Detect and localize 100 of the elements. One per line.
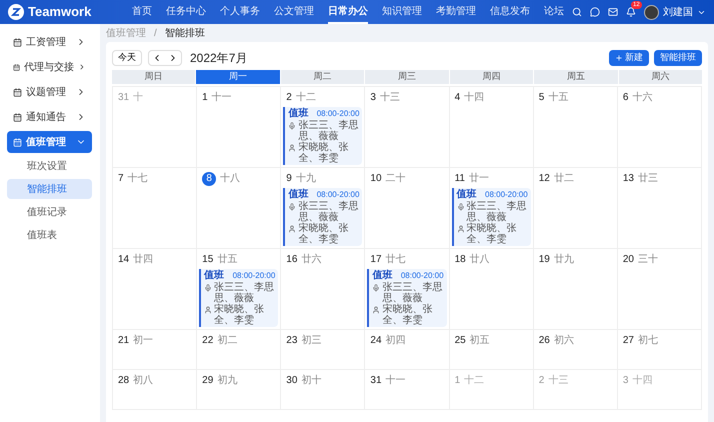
calendar-icon — [13, 38, 22, 46]
lunar-date: 二十 — [386, 172, 406, 186]
duty-event-card[interactable]: 值班 08:00-20:00 张三三、李思思、薇薇 宋晓晓、张全、李雯 — [367, 269, 447, 327]
lunar-date: 廿四 — [133, 252, 154, 267]
duty-event-card[interactable]: 值班 08:00-20:00 张三三、李思思、薇薇 宋晓晓、张全、李雯 — [283, 107, 362, 165]
bell-icon[interactable] — [626, 7, 636, 17]
duty-event-card[interactable]: 值班 08:00-20:00 张三三、李思思、薇薇 宋晓晓、张全、李雯 — [199, 269, 278, 327]
day-number: 5 — [538, 91, 544, 105]
calendar-icon — [13, 62, 20, 72]
calendar-icon — [13, 138, 22, 146]
nav-link[interactable]: 考勤管理 — [436, 0, 476, 24]
day-number: 15 — [202, 253, 214, 267]
event-time: 08:00-20:00 — [400, 270, 444, 282]
duty-event-card[interactable]: 值班 08:00-20:00 张三三、李思思、薇薇 宋晓晓、张全、李雯 — [452, 188, 531, 246]
person-icon — [288, 225, 296, 233]
day-number: 24 — [370, 334, 382, 348]
day-number: 1 — [202, 91, 208, 105]
nav-link[interactable]: 信息发布 — [490, 0, 530, 24]
leader-names: 张三三、李思思、薇薇 — [298, 120, 360, 142]
day-number: 17 — [370, 253, 382, 267]
lunar-date: 初五 — [470, 334, 490, 348]
nav-link[interactable]: 论坛 — [544, 0, 564, 24]
smart-schedule-button[interactable]: 智能排班 — [654, 50, 702, 66]
weekday-header: 周三 — [365, 70, 449, 84]
day-number: 25 — [454, 334, 466, 348]
lunar-date: 十三 — [380, 90, 400, 105]
day-number: 23 — [286, 334, 298, 348]
search-icon[interactable] — [572, 7, 582, 17]
lunar-date: 初十 — [301, 374, 322, 388]
sidebar-item[interactable]: 值班管理 — [7, 131, 92, 153]
person-icon — [204, 306, 212, 314]
lunar-date: 廿七 — [386, 252, 406, 267]
nav-link[interactable]: 首页 — [132, 0, 152, 24]
lunar-date: 初八 — [133, 374, 154, 388]
lunar-date: 十 — [133, 90, 144, 105]
nav-link[interactable]: 任务中心 — [166, 0, 206, 24]
day-number: 18 — [454, 253, 466, 267]
sidebar-subitem[interactable]: 班次设置 — [7, 156, 92, 176]
day-number: 19 — [538, 253, 550, 267]
day-number: 16 — [286, 253, 298, 267]
new-button[interactable]: 新建 — [609, 50, 649, 66]
weekday-header: 周一 — [196, 70, 280, 84]
logo-icon — [8, 4, 24, 20]
lunar-date: 廿三 — [638, 172, 658, 186]
today-button[interactable]: 今天 — [112, 50, 142, 66]
chat-icon[interactable] — [590, 7, 600, 17]
lunar-date: 十五 — [548, 90, 568, 105]
day-number: 20 — [622, 253, 634, 267]
nav-link[interactable]: 知识管理 — [382, 0, 422, 24]
day-number: 8 — [202, 172, 216, 186]
weekday-header: 周四 — [450, 70, 534, 84]
sidebar-subitem[interactable]: 值班表 — [7, 225, 92, 245]
sidebar-subitem[interactable]: 智能排班 — [7, 179, 92, 199]
lunar-date: 初七 — [638, 334, 658, 348]
leader-names: 张三三、李思思、薇薇 — [214, 282, 276, 304]
day-number: 29 — [202, 374, 214, 388]
user-name[interactable]: 刘建国 — [663, 4, 693, 20]
month-title: 2022年7月 — [190, 50, 248, 67]
microphone-icon — [288, 122, 296, 130]
day-number: 26 — [538, 334, 550, 348]
lunar-date: 初四 — [386, 334, 406, 348]
leader-names: 张三三、李思思、薇薇 — [298, 201, 360, 223]
duty-event-card[interactable]: 值班 08:00-20:00 张三三、李思思、薇薇 宋晓晓、张全、李雯 — [283, 188, 362, 246]
sidebar-item[interactable]: 议题管理 — [7, 81, 92, 103]
mail-icon[interactable] — [608, 7, 618, 17]
day-number: 22 — [202, 334, 214, 348]
sidebar-item[interactable]: 通知通告 — [7, 106, 92, 128]
lunar-date: 初九 — [217, 374, 238, 388]
sidebar-subitem[interactable]: 值班记录 — [7, 202, 92, 222]
event-time: 08:00-20:00 — [485, 189, 528, 200]
day-number: 11 — [454, 172, 465, 186]
event-time: 08:00-20:00 — [232, 270, 276, 282]
sidebar-item[interactable]: 代理与交接 — [7, 56, 92, 78]
lunar-date: 十二 — [296, 90, 316, 105]
lunar-date: 十一 — [212, 90, 232, 105]
sidebar-item[interactable]: 工资管理 — [7, 31, 92, 53]
weekday-header: 周二 — [280, 70, 364, 84]
staff-names: 宋晓晓、张全、李雯 — [298, 142, 350, 164]
event-title: 值班 — [288, 108, 308, 120]
event-title: 值班 — [456, 189, 477, 200]
lunar-date: 初六 — [554, 334, 574, 348]
staff-names: 宋晓晓、张全、李雯 — [466, 223, 518, 245]
nav-link[interactable]: 公文管理 — [274, 0, 314, 24]
avatar[interactable] — [644, 4, 659, 20]
day-number: 13 — [622, 172, 634, 186]
nav-link[interactable]: 个人事务 — [220, 0, 260, 24]
lunar-date: 廿五 — [217, 252, 238, 267]
day-number: 10 — [370, 172, 382, 186]
weekday-header: 周六 — [618, 70, 702, 84]
event-title: 值班 — [204, 270, 224, 282]
day-number: 14 — [118, 253, 130, 267]
day-number: 30 — [286, 374, 298, 388]
microphone-icon — [204, 284, 212, 292]
nav-link[interactable]: 日常办公 — [328, 0, 368, 24]
leader-names: 张三三、李思思、薇薇 — [382, 282, 444, 304]
lunar-date: 十四 — [464, 90, 484, 105]
lunar-date: 十二 — [464, 374, 484, 388]
day-number: 4 — [454, 91, 460, 105]
day-number: 3 — [370, 91, 376, 105]
breadcrumb-separator: / — [154, 26, 157, 40]
